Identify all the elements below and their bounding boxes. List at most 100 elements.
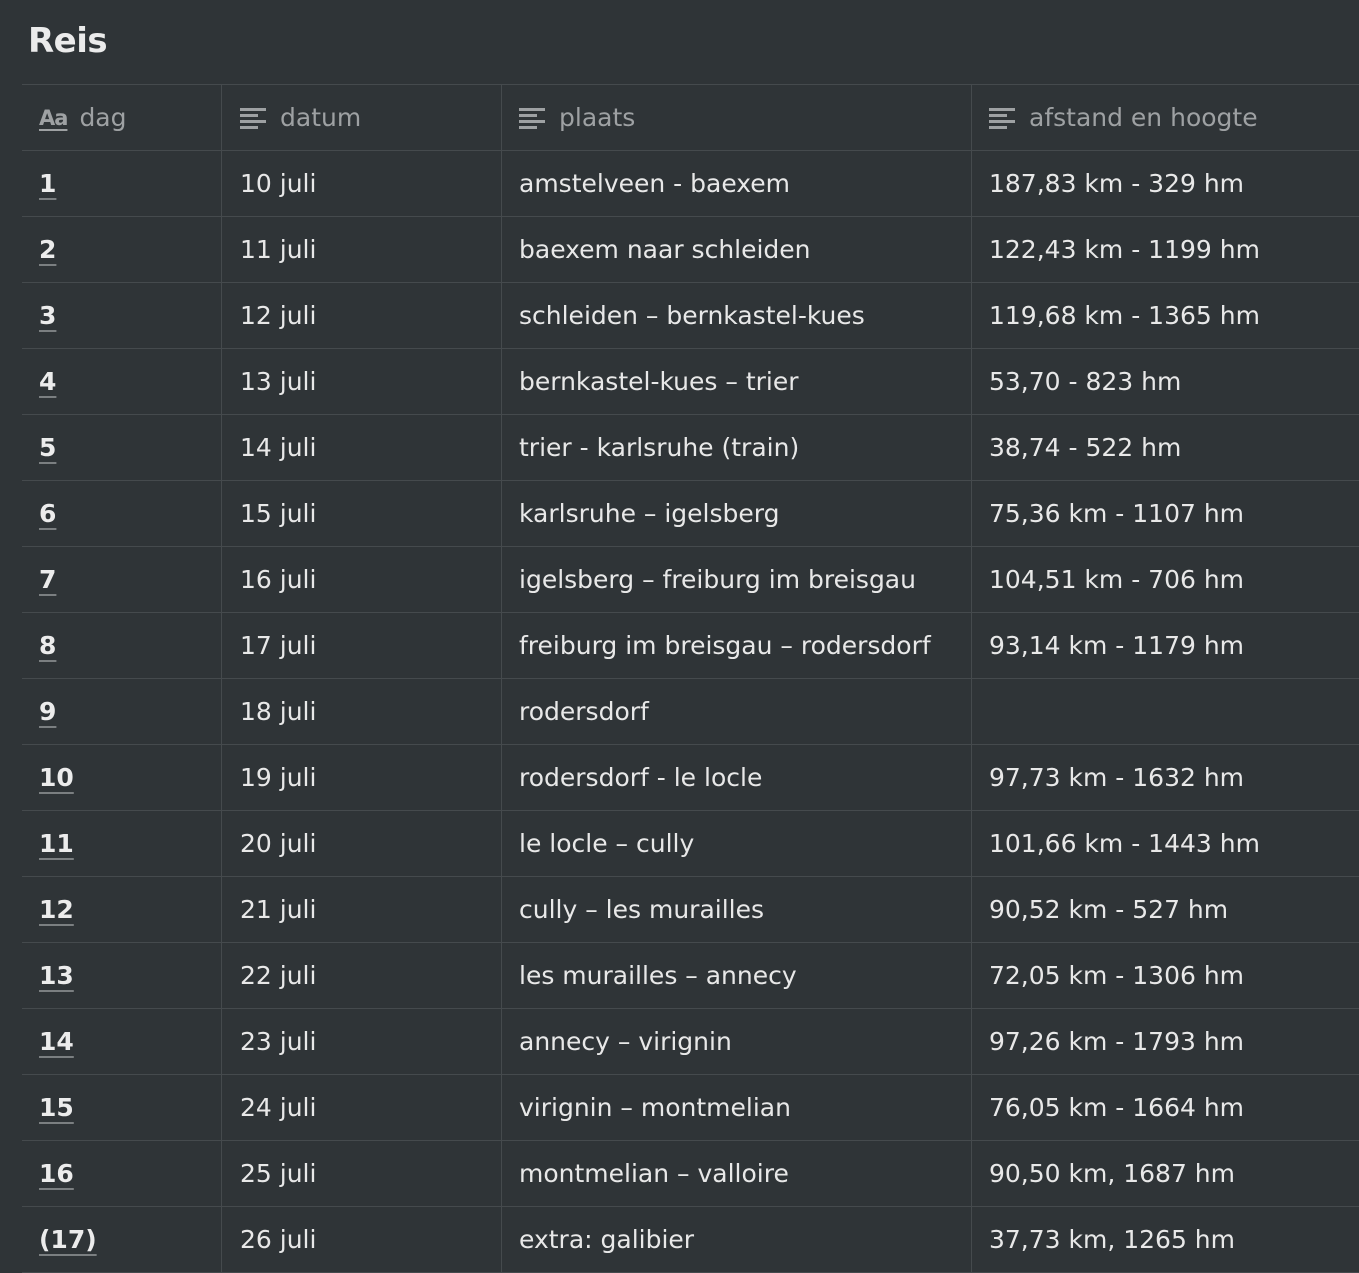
cell-datum[interactable]: 25 juli: [222, 1141, 502, 1206]
cell-datum[interactable]: 16 juli: [222, 547, 502, 612]
cell-dag[interactable]: 4: [22, 349, 222, 414]
day-link[interactable]: 11: [39, 829, 74, 858]
cell-afstand[interactable]: 97,73 km - 1632 hm: [972, 745, 1359, 810]
cell-datum[interactable]: 17 juli: [222, 613, 502, 678]
column-header-dag[interactable]: Aa dag: [22, 85, 222, 150]
cell-dag[interactable]: 8: [22, 613, 222, 678]
cell-datum[interactable]: 20 juli: [222, 811, 502, 876]
cell-dag[interactable]: 2: [22, 217, 222, 282]
cell-dag[interactable]: 13: [22, 943, 222, 1008]
cell-datum[interactable]: 14 juli: [222, 415, 502, 480]
cell-plaats[interactable]: extra: galibier: [502, 1207, 972, 1272]
column-header-afstand[interactable]: afstand en hoogte: [972, 85, 1359, 150]
cell-plaats[interactable]: baexem naar schleiden: [502, 217, 972, 282]
table-row: 5 14 juli trier - karlsruhe (train) 38,7…: [22, 415, 1359, 481]
cell-dag[interactable]: 5: [22, 415, 222, 480]
cell-afstand[interactable]: 90,50 km, 1687 hm: [972, 1141, 1359, 1206]
cell-dag[interactable]: 9: [22, 679, 222, 744]
cell-dag[interactable]: 14: [22, 1009, 222, 1074]
database-title[interactable]: Reis: [28, 18, 108, 64]
cell-plaats[interactable]: montmelian – valloire: [502, 1141, 972, 1206]
cell-dag[interactable]: 15: [22, 1075, 222, 1140]
cell-datum[interactable]: 21 juli: [222, 877, 502, 942]
cell-afstand[interactable]: 75,36 km - 1107 hm: [972, 481, 1359, 546]
day-link[interactable]: 15: [39, 1093, 74, 1122]
cell-datum[interactable]: 15 juli: [222, 481, 502, 546]
table-row: 4 13 juli bernkastel-kues – trier 53,70 …: [22, 349, 1359, 415]
cell-dag[interactable]: 12: [22, 877, 222, 942]
cell-plaats[interactable]: karlsruhe – igelsberg: [502, 481, 972, 546]
cell-dag[interactable]: (17): [22, 1207, 222, 1272]
cell-dag[interactable]: 10: [22, 745, 222, 810]
cell-datum[interactable]: 18 juli: [222, 679, 502, 744]
column-header-plaats[interactable]: plaats: [502, 85, 972, 150]
day-link[interactable]: 14: [39, 1027, 74, 1056]
cell-plaats[interactable]: freiburg im breisgau – rodersdorf: [502, 613, 972, 678]
day-link[interactable]: 8: [39, 631, 56, 660]
cell-dag[interactable]: 6: [22, 481, 222, 546]
day-link[interactable]: 5: [39, 433, 56, 462]
day-link[interactable]: 12: [39, 895, 74, 924]
cell-plaats[interactable]: trier - karlsruhe (train): [502, 415, 972, 480]
cell-dag[interactable]: 1: [22, 151, 222, 216]
cell-afstand[interactable]: 101,66 km - 1443 hm: [972, 811, 1359, 876]
cell-afstand[interactable]: 187,83 km - 329 hm: [972, 151, 1359, 216]
cell-plaats[interactable]: rodersdorf: [502, 679, 972, 744]
cell-plaats[interactable]: virignin – montmelian: [502, 1075, 972, 1140]
cell-dag[interactable]: 11: [22, 811, 222, 876]
cell-plaats[interactable]: les murailles – annecy: [502, 943, 972, 1008]
cell-datum[interactable]: 19 juli: [222, 745, 502, 810]
cell-afstand[interactable]: 122,43 km - 1199 hm: [972, 217, 1359, 282]
cell-afstand[interactable]: 97,26 km - 1793 hm: [972, 1009, 1359, 1074]
cell-afstand[interactable]: 38,74 - 522 hm: [972, 415, 1359, 480]
table-header-row: Aa dag datum plaats afstand en hoogte: [22, 85, 1359, 151]
cell-afstand[interactable]: 72,05 km - 1306 hm: [972, 943, 1359, 1008]
day-link[interactable]: 3: [39, 301, 56, 330]
table-row: 16 25 juli montmelian – valloire 90,50 k…: [22, 1141, 1359, 1207]
table-row: 15 24 juli virignin – montmelian 76,05 k…: [22, 1075, 1359, 1141]
day-link[interactable]: 9: [39, 697, 56, 726]
cell-dag[interactable]: 7: [22, 547, 222, 612]
cell-plaats[interactable]: bernkastel-kues – trier: [502, 349, 972, 414]
cell-plaats[interactable]: le locle – cully: [502, 811, 972, 876]
cell-afstand[interactable]: 37,73 km, 1265 hm: [972, 1207, 1359, 1272]
cell-afstand[interactable]: [972, 679, 1359, 744]
day-link[interactable]: 2: [39, 235, 56, 264]
cell-plaats[interactable]: cully – les murailles: [502, 877, 972, 942]
cell-datum[interactable]: 24 juli: [222, 1075, 502, 1140]
day-link[interactable]: 1: [39, 169, 56, 198]
cell-afstand[interactable]: 53,70 - 823 hm: [972, 349, 1359, 414]
database-table: Aa dag datum plaats afstand en hoogte 1 …: [22, 84, 1359, 1273]
cell-afstand[interactable]: 90,52 km - 527 hm: [972, 877, 1359, 942]
database-page: Reis Aa dag datum plaats afstand en hoog…: [0, 0, 1359, 1273]
table-row: 2 11 juli baexem naar schleiden 122,43 k…: [22, 217, 1359, 283]
cell-afstand[interactable]: 93,14 km - 1179 hm: [972, 613, 1359, 678]
cell-plaats[interactable]: amstelveen - baexem: [502, 151, 972, 216]
day-link[interactable]: 16: [39, 1159, 74, 1188]
cell-afstand[interactable]: 76,05 km - 1664 hm: [972, 1075, 1359, 1140]
cell-datum[interactable]: 26 juli: [222, 1207, 502, 1272]
day-link[interactable]: 4: [39, 367, 56, 396]
cell-datum[interactable]: 10 juli: [222, 151, 502, 216]
cell-plaats[interactable]: annecy – virignin: [502, 1009, 972, 1074]
cell-dag[interactable]: 16: [22, 1141, 222, 1206]
table-row: 11 20 juli le locle – cully 101,66 km - …: [22, 811, 1359, 877]
day-link[interactable]: 6: [39, 499, 56, 528]
cell-plaats[interactable]: schleiden – bernkastel-kues: [502, 283, 972, 348]
column-header-datum[interactable]: datum: [222, 85, 502, 150]
cell-datum[interactable]: 22 juli: [222, 943, 502, 1008]
cell-plaats[interactable]: rodersdorf - le locle: [502, 745, 972, 810]
cell-plaats[interactable]: igelsberg – freiburg im breisgau: [502, 547, 972, 612]
cell-afstand[interactable]: 119,68 km - 1365 hm: [972, 283, 1359, 348]
cell-afstand[interactable]: 104,51 km - 706 hm: [972, 547, 1359, 612]
text-property-icon: [519, 107, 545, 129]
day-link[interactable]: 10: [39, 763, 74, 792]
day-link[interactable]: (17): [39, 1225, 97, 1254]
cell-datum[interactable]: 13 juli: [222, 349, 502, 414]
cell-datum[interactable]: 11 juli: [222, 217, 502, 282]
cell-dag[interactable]: 3: [22, 283, 222, 348]
day-link[interactable]: 13: [39, 961, 74, 990]
cell-datum[interactable]: 12 juli: [222, 283, 502, 348]
day-link[interactable]: 7: [39, 565, 56, 594]
cell-datum[interactable]: 23 juli: [222, 1009, 502, 1074]
